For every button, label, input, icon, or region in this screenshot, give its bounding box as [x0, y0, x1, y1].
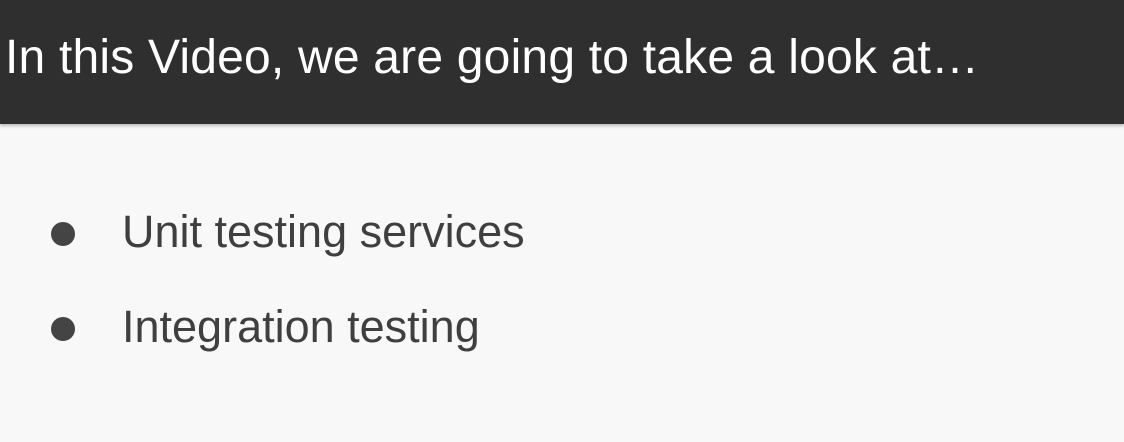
- bullet-label: Integration testing: [122, 301, 480, 352]
- bullet-dot-icon: [51, 222, 75, 246]
- bullet-item-unit-testing: Unit testing services: [0, 202, 700, 262]
- slide: In this Video, we are going to take a lo…: [0, 0, 1124, 442]
- bullet-dot-icon: [51, 317, 75, 341]
- bullet-item-integration-testing: Integration testing: [0, 297, 700, 357]
- bullet-list: Unit testing services Integration testin…: [0, 0, 1124, 442]
- bullet-label: Unit testing services: [122, 206, 525, 257]
